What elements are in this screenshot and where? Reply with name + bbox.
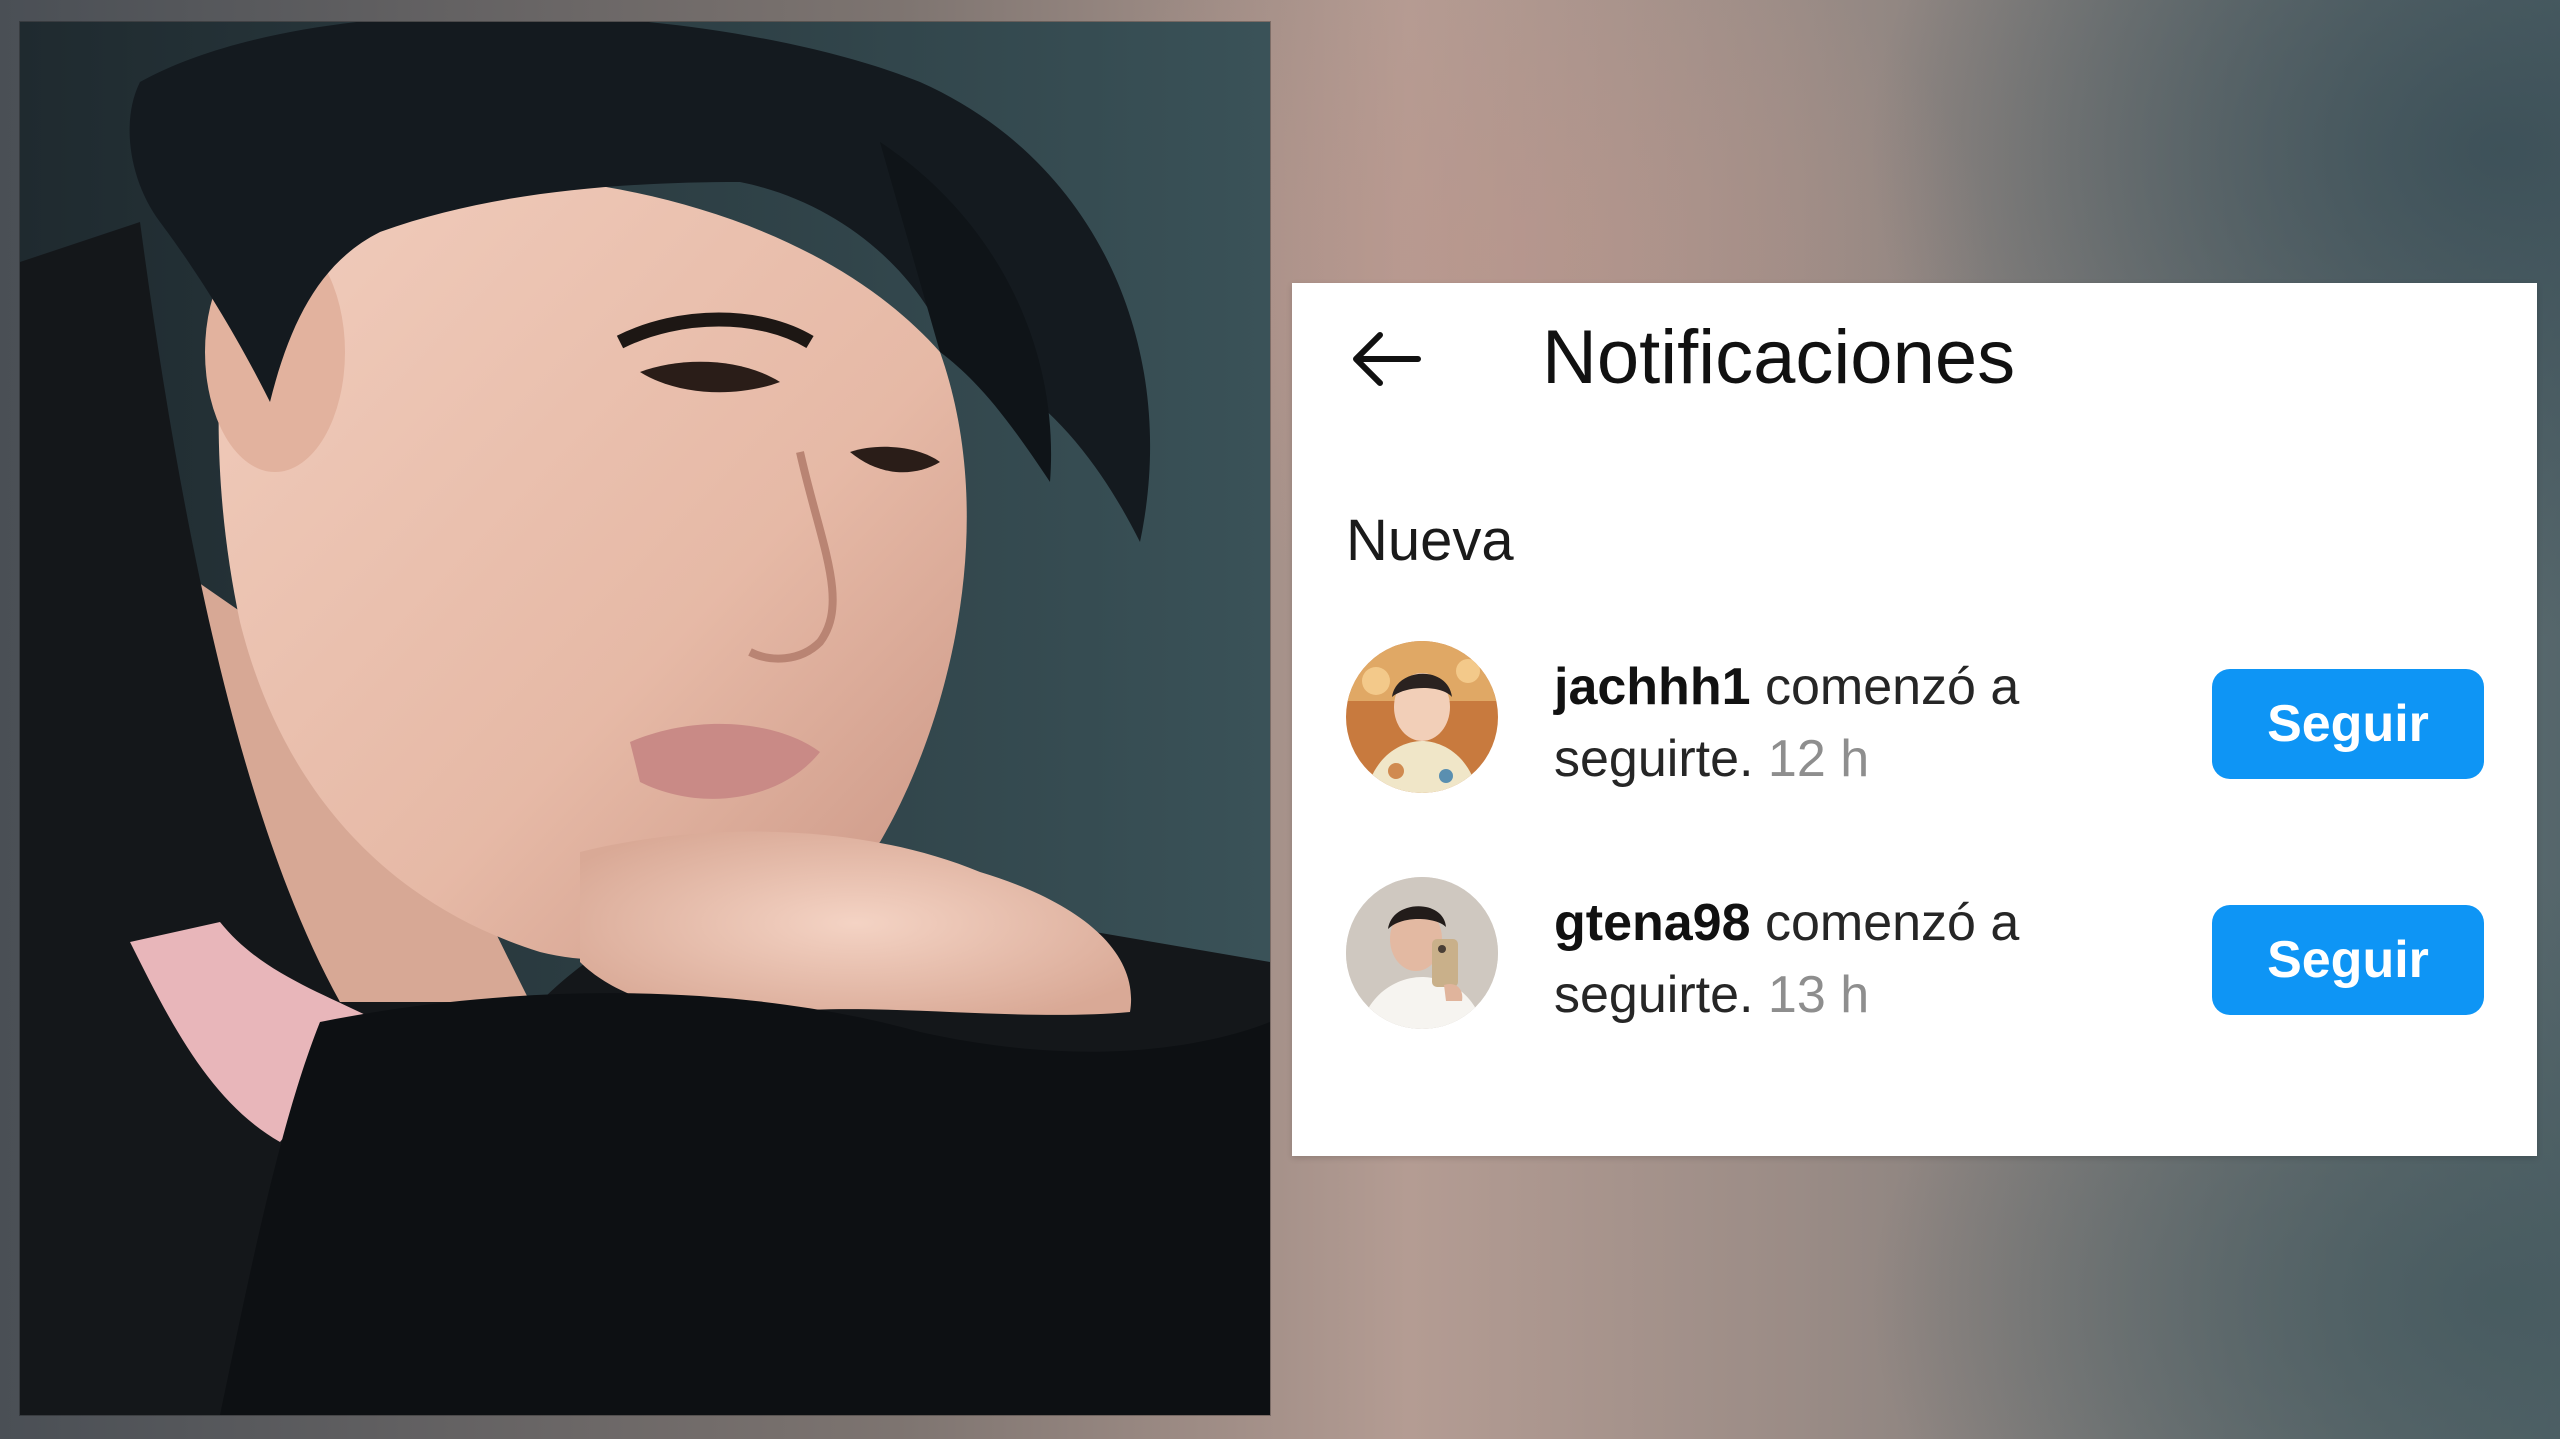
arrow-left-icon [1353,332,1421,386]
notification-text: gtena98 comenzó a seguirte. 13 h [1554,887,2114,1031]
username[interactable]: jachhh1 [1554,658,1751,716]
follow-button[interactable]: Seguir [2212,669,2484,779]
avatar-image [1346,641,1498,793]
back-button[interactable] [1346,319,1426,399]
portrait-illustration [20,22,1270,1415]
follow-button[interactable]: Seguir [2212,905,2484,1015]
username[interactable]: gtena98 [1554,894,1751,952]
notification-time: 12 h [1767,730,1870,788]
page-title: Notificaciones [1542,315,2016,400]
notification-row: jachhh1 comenzó a seguirte. 12 h Seguir [1292,641,2537,801]
panel-header: Notificaciones [1292,283,2537,423]
notification-text: jachhh1 comenzó a seguirte. 12 h [1554,651,2114,795]
notification-time: 13 h [1767,966,1870,1024]
portrait-photo [20,22,1270,1415]
user-avatar[interactable] [1346,641,1498,793]
avatar-image [1346,877,1498,1029]
section-label-new: Nueva [1346,508,1514,573]
user-avatar[interactable] [1346,877,1498,1029]
notification-row: gtena98 comenzó a seguirte. 13 h Seguir [1292,877,2537,1037]
notifications-panel: Notificaciones Nueva jachhh1 comenzó a s… [1292,283,2537,1156]
